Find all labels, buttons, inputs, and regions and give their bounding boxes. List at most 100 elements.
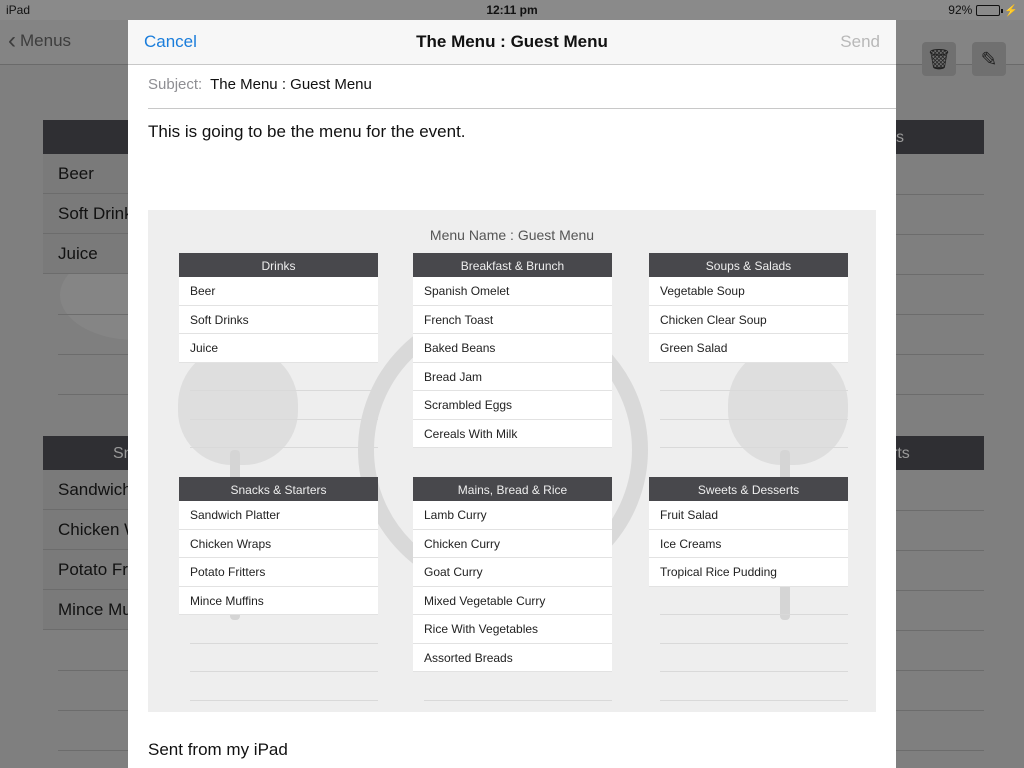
- menu-section-title: Drinks: [179, 253, 378, 277]
- menu-section-snacks: Snacks & Starters Sandwich Platter Chick…: [179, 477, 378, 701]
- background-divider: [58, 394, 128, 395]
- menu-item: Baked Beans: [413, 334, 612, 363]
- background-divider: [58, 354, 128, 355]
- edit-button[interactable]: ✎: [972, 42, 1006, 76]
- menu-section-soups: Soups & Salads Vegetable Soup Chicken Cl…: [649, 253, 848, 448]
- background-divider: [896, 670, 984, 671]
- menu-section-title: Breakfast & Brunch: [413, 253, 612, 277]
- background-divider: [896, 194, 984, 195]
- menu-section-drinks: Drinks Beer Soft Drinks Juice: [179, 253, 378, 448]
- background-section-header: Sn: [43, 436, 133, 470]
- menu-section-breakfast: Breakfast & Brunch Spanish Omelet French…: [413, 253, 612, 448]
- menu-blank-row: [424, 672, 612, 701]
- menu-item: Potato Fritters: [179, 558, 378, 587]
- menu-blank-row: [190, 420, 378, 448]
- background-divider: [58, 314, 128, 315]
- background-list-item: Chicken W: [43, 510, 128, 550]
- menu-name: Menu Name : Guest Menu: [429, 227, 595, 243]
- menu-section-title: Snacks & Starters: [179, 477, 378, 501]
- background-divider: [58, 670, 128, 671]
- menu-blank-row: [190, 672, 378, 701]
- background-divider: [896, 394, 984, 395]
- menu-item: Assorted Breads: [413, 643, 612, 672]
- background-section-header: [43, 120, 133, 154]
- menu-item: Sandwich Platter: [179, 501, 378, 530]
- subject-input[interactable]: The Menu : Guest Menu: [210, 76, 372, 93]
- background-divider: [58, 750, 128, 751]
- menu-item: Goat Curry: [413, 558, 612, 587]
- menu-section-title: Sweets & Desserts: [649, 477, 848, 501]
- menu-item: Chicken Curry: [413, 529, 612, 558]
- menu-item: Bread Jam: [413, 362, 612, 391]
- menu-item: Juice: [179, 334, 378, 363]
- menu-item: Lamb Curry: [413, 501, 612, 530]
- background-divider: [896, 314, 984, 315]
- menu-blank-row: [190, 644, 378, 672]
- menu-item: Tropical Rice Pudding: [649, 558, 848, 587]
- clock: 12:11 pm: [486, 3, 538, 17]
- menu-blank-row: [660, 363, 848, 391]
- trash-button[interactable]: 🗑: [922, 42, 956, 76]
- background-divider: [896, 234, 984, 235]
- menu-section-mains: Mains, Bread & Rice Lamb Curry Chicken C…: [413, 477, 612, 701]
- menu-blank-row: [660, 644, 848, 672]
- menu-image-attachment: Menu Name : Guest Menu Drinks Beer Soft …: [148, 210, 876, 712]
- background-list-left-bottom: Sandwich Chicken W Potato Fr Mince Mu: [43, 470, 128, 630]
- menu-item: Fruit Salad: [649, 501, 848, 530]
- menu-blank-row: [190, 391, 378, 420]
- background-divider: [896, 354, 984, 355]
- background-divider: [896, 710, 984, 711]
- chevron-left-icon: ‹: [8, 27, 16, 54]
- status-bar: iPad 12:11 pm 92% ⚡: [0, 0, 1024, 20]
- menu-item: Mixed Vegetable Curry: [413, 586, 612, 615]
- menu-item: Green Salad: [649, 334, 848, 363]
- menu-item: Mince Muffins: [179, 586, 378, 615]
- send-button[interactable]: Send: [840, 32, 880, 52]
- pencil-icon: ✎: [980, 48, 998, 71]
- battery-icon: [976, 4, 1004, 16]
- background-list-item: Beer: [43, 154, 128, 194]
- compose-sheet: Cancel The Menu : Guest Menu Send Subjec…: [128, 20, 896, 768]
- compose-title: The Menu : Guest Menu: [416, 32, 608, 51]
- background-divider: [58, 710, 128, 711]
- background-divider: [896, 590, 984, 591]
- message-body[interactable]: This is going to be the menu for the eve…: [148, 122, 466, 142]
- background-section-header: rts: [890, 436, 984, 470]
- menu-item: Scrambled Eggs: [413, 391, 612, 420]
- menu-item: French Toast: [413, 305, 612, 334]
- menu-item: Beer: [179, 277, 378, 306]
- trash-icon: 🗑: [926, 48, 952, 71]
- email-signature[interactable]: Sent from my iPad: [148, 740, 288, 760]
- battery-percent: 92%: [948, 3, 973, 17]
- charging-icon: ⚡: [1004, 4, 1018, 17]
- menu-section-title: Mains, Bread & Rice: [413, 477, 612, 501]
- menu-item: Cereals With Milk: [413, 419, 612, 448]
- menu-blank-row: [660, 391, 848, 420]
- background-divider: [896, 630, 984, 631]
- background-list-item: Juice: [43, 234, 128, 274]
- menu-item: Rice With Vegetables: [413, 615, 612, 644]
- background-section-title: s: [896, 129, 904, 146]
- menu-item: Ice Creams: [649, 529, 848, 558]
- menu-item: Soft Drinks: [179, 305, 378, 334]
- background-divider: [896, 510, 984, 511]
- menu-blank-row: [660, 615, 848, 644]
- menu-blank-row: [660, 420, 848, 448]
- background-list-item: Mince Mu: [43, 590, 128, 630]
- menu-section-title: Soups & Salads: [649, 253, 848, 277]
- background-section-header: s: [890, 120, 984, 154]
- background-list-item: Soft Drink: [43, 194, 128, 234]
- menu-blank-row: [190, 615, 378, 644]
- menu-item: Chicken Clear Soup: [649, 305, 848, 334]
- menu-item: Chicken Wraps: [179, 529, 378, 558]
- menu-item: Spanish Omelet: [413, 277, 612, 306]
- menu-item: Vegetable Soup: [649, 277, 848, 306]
- menu-blank-row: [660, 587, 848, 615]
- subject-field[interactable]: Subject: The Menu : Guest Menu: [148, 65, 896, 109]
- background-divider: [896, 274, 984, 275]
- back-button[interactable]: ‹ Menus: [8, 27, 71, 54]
- battery-status: 92% ⚡: [948, 3, 1018, 17]
- background-list-item: Sandwich: [43, 470, 128, 510]
- background-list-item: Potato Fr: [43, 550, 128, 590]
- background-divider: [896, 750, 984, 751]
